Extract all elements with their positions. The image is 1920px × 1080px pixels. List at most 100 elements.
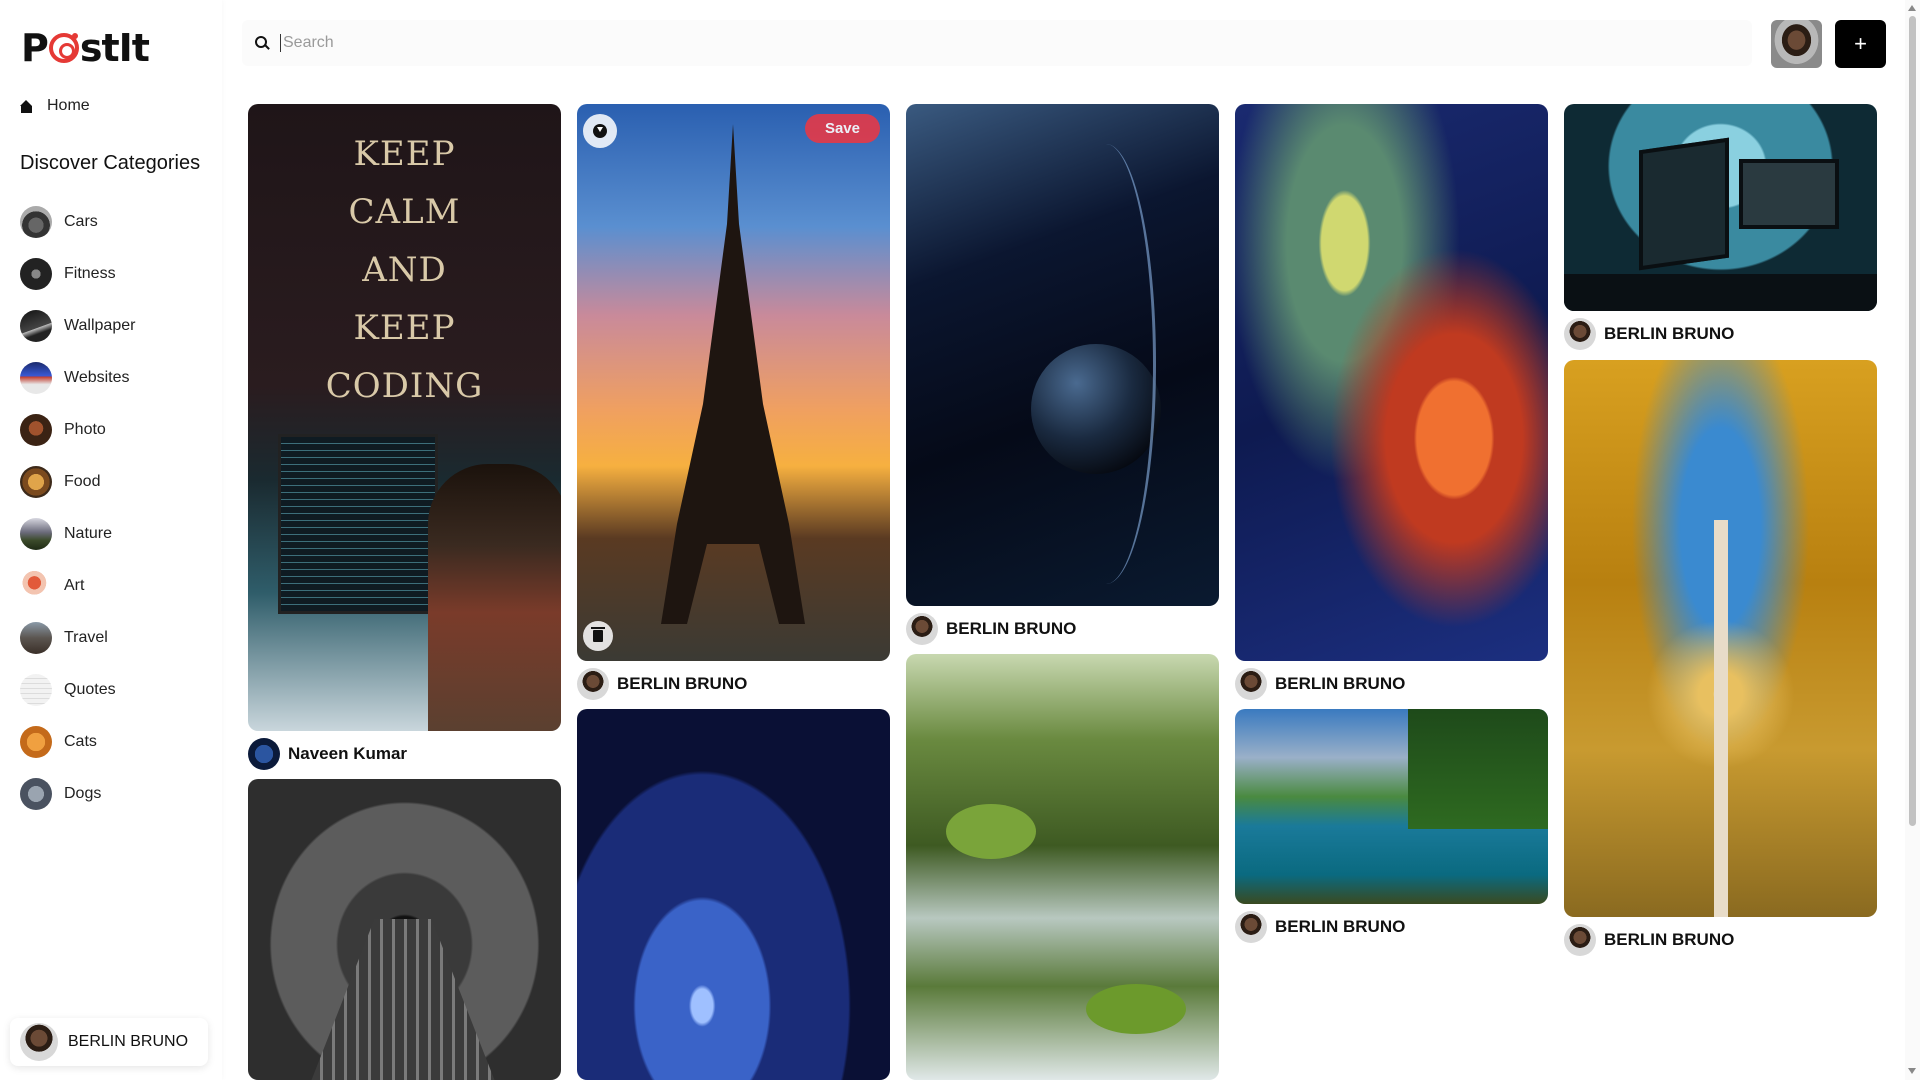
user-name: BERLIN BRUNO [68, 1033, 189, 1050]
sidebar-item-label: Dogs [64, 785, 102, 802]
overlay-line: KEEP [353, 308, 456, 348]
sidebar-item-websites[interactable]: Websites [20, 352, 135, 404]
author-avatar [577, 668, 609, 700]
sidebar-item-food[interactable]: Food [20, 456, 135, 508]
author-name: BERLIN BRUNO [617, 674, 748, 693]
pin-author[interactable]: BERLIN BRUNO [1235, 911, 1405, 943]
sidebar: P stIt Home Discover Categories Cars Fit… [0, 0, 222, 1080]
pin-author[interactable]: BERLIN BRUNO [1564, 318, 1734, 350]
food-thumb-icon [20, 466, 52, 498]
sidebar-item-label: Websites [64, 369, 130, 386]
quotes-thumb-icon [20, 674, 52, 706]
sidebar-item-label: Wallpaper [64, 317, 136, 334]
sidebar-item-label: Fitness [64, 265, 116, 282]
user-profile-card[interactable]: BERLIN BRUNO [10, 1018, 208, 1066]
author-avatar [248, 738, 280, 770]
pin-autumn-trees[interactable] [1564, 360, 1877, 917]
sidebar-item-label: Art [64, 577, 85, 594]
sidebar-item-cars[interactable]: Cars [20, 196, 135, 248]
sidebar-item-label: Home [47, 97, 90, 114]
camera-logo-icon [48, 33, 79, 63]
dogs-thumb-icon [20, 778, 52, 810]
download-icon [593, 124, 607, 138]
sidebar-item-travel[interactable]: Travel [20, 612, 135, 664]
moss-rock [1086, 984, 1186, 1034]
pin-eiffel-tower[interactable]: Save [577, 104, 890, 661]
logo-text-right: stIt [79, 26, 150, 70]
overlay-line: CODING [325, 366, 484, 406]
pin-planet-space[interactable] [906, 104, 1219, 606]
sidebar-item-art[interactable]: Art [20, 560, 135, 612]
sidebar-item-label: Nature [64, 525, 113, 542]
photo-thumb-icon [20, 414, 52, 446]
search-input[interactable] [280, 34, 1680, 52]
cars-thumb-icon [20, 206, 52, 238]
author-avatar [1235, 668, 1267, 700]
pin-forest-bridge[interactable] [248, 779, 561, 1080]
sidebar-item-home[interactable]: Home [20, 97, 90, 115]
art-thumb-icon [20, 570, 52, 602]
sidebar-item-wallpaper[interactable]: Wallpaper [20, 300, 135, 352]
pin-author[interactable]: Naveen Kumar [248, 738, 407, 770]
travel-thumb-icon [20, 622, 52, 654]
cats-thumb-icon [20, 726, 52, 758]
overlay-line: AND [362, 250, 447, 290]
pin-author[interactable]: BERLIN BRUNO [1235, 668, 1405, 700]
author-name: BERLIN BRUNO [946, 619, 1077, 638]
pin-desk-setup[interactable] [1564, 104, 1877, 311]
category-list: Cars Fitness Wallpaper Websites Photo Fo… [20, 196, 135, 820]
download-button[interactable] [583, 114, 617, 148]
add-pin-button[interactable]: + [1835, 20, 1886, 68]
sidebar-item-label: Cats [64, 733, 97, 750]
user-avatar [20, 1023, 58, 1061]
pin-forest-stream[interactable] [906, 654, 1219, 1080]
tree-trunk [1714, 520, 1728, 917]
postit-logo[interactable]: P stIt [21, 26, 150, 70]
sidebar-item-nature[interactable]: Nature [20, 508, 135, 560]
delete-button[interactable] [583, 621, 613, 651]
bridge-graphic [308, 919, 498, 1080]
scroll-up-arrow-icon[interactable] [1908, 5, 1916, 11]
moss-rock [946, 804, 1036, 859]
sidebar-item-photo[interactable]: Photo [20, 404, 135, 456]
author-avatar [1564, 318, 1596, 350]
monitor-graphic [278, 434, 438, 614]
nature-thumb-icon [20, 518, 52, 550]
sidebar-item-label: Food [64, 473, 101, 490]
author-name: BERLIN BRUNO [1604, 324, 1735, 343]
sidebar-item-quotes[interactable]: Quotes [20, 664, 135, 716]
search-bar[interactable] [242, 20, 1752, 66]
discover-categories-heading: Discover Categories [20, 152, 201, 174]
galaxy-arc [1056, 144, 1156, 584]
home-icon [20, 99, 33, 113]
monitor-graphic [1739, 159, 1839, 229]
eiffel-graphic [661, 124, 805, 624]
pin-author[interactable]: BERLIN BRUNO [906, 613, 1076, 645]
vertical-scrollbar[interactable] [1905, 0, 1920, 1080]
person-graphic [428, 464, 561, 731]
header-avatar[interactable] [1771, 20, 1822, 68]
pin-nebula[interactable] [1235, 104, 1548, 661]
author-name: Naveen Kumar [288, 744, 408, 763]
desk-graphic [1564, 274, 1877, 311]
trash-icon [591, 627, 605, 642]
pin-author[interactable]: BERLIN BRUNO [577, 668, 747, 700]
save-button[interactable]: Save [804, 114, 880, 143]
pin-mountain-lake[interactable] [1235, 709, 1548, 904]
pine-trees [1408, 709, 1548, 829]
pin-author[interactable]: BERLIN BRUNO [1564, 924, 1734, 956]
scroll-down-arrow-icon[interactable] [1908, 1068, 1916, 1074]
scroll-thumb[interactable] [1909, 16, 1916, 826]
pin-keep-calm-coding[interactable]: KEEP CALM AND KEEP CODING [248, 104, 561, 731]
overlay-line: CALM [348, 192, 461, 232]
wallpaper-thumb-icon [20, 310, 52, 342]
sidebar-item-label: Photo [64, 421, 106, 438]
sidebar-item-cats[interactable]: Cats [20, 716, 135, 768]
sidebar-item-fitness[interactable]: Fitness [20, 248, 135, 300]
overlay-line: KEEP [353, 134, 456, 174]
sidebar-item-label: Quotes [64, 681, 116, 698]
pin-blue-abstract[interactable] [577, 709, 890, 1080]
search-icon [254, 35, 270, 51]
sidebar-item-dogs[interactable]: Dogs [20, 768, 135, 820]
author-avatar [1564, 924, 1596, 956]
